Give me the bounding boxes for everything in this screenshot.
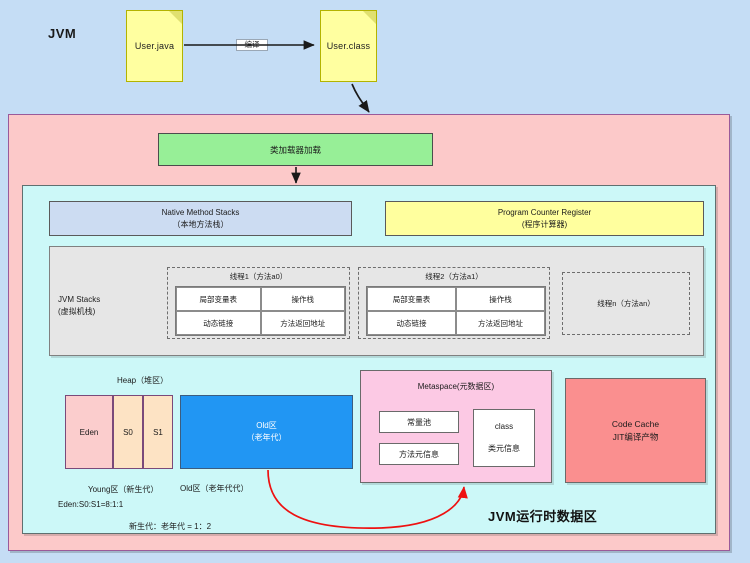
compile-edge-label: 编译 xyxy=(236,39,268,51)
heap-eden-region[interactable]: Eden xyxy=(65,395,113,469)
thread-n-label: 线程n（方法an） xyxy=(597,299,655,308)
thread-2-local-vars[interactable]: 局部变量表 xyxy=(367,287,456,311)
heap-s1-region[interactable]: S1 xyxy=(143,395,173,469)
heap-s0-region[interactable]: S0 xyxy=(113,395,143,469)
old-gen-note: Old区（老年代代） xyxy=(180,484,249,493)
jvm-title: JVM xyxy=(48,26,77,41)
source-file-label: User.java xyxy=(134,41,175,51)
jvm-stacks-zh: (虚拟机栈) xyxy=(58,307,96,316)
native-method-stacks-zh: （本地方法栈） xyxy=(172,219,229,229)
gen-ratio-note: 新生代：老年代 = 1：2 xyxy=(129,522,212,531)
diagram-canvas: User.java User.class 编译 JVM 类加载器加载 JVM运行… xyxy=(0,0,750,563)
source-file-node[interactable]: User.java xyxy=(126,10,183,82)
page-fold-icon xyxy=(169,11,182,24)
class-file-label: User.class xyxy=(326,41,371,51)
metaspace-class-box[interactable]: class 类元信息 xyxy=(473,409,535,467)
native-method-stacks-box[interactable]: Native Method Stacks （本地方法栈） xyxy=(49,201,352,236)
jvm-stacks-label: JVM Stacks (虚拟机栈) xyxy=(58,294,100,318)
thread-1-dynamic-link[interactable]: 动态链接 xyxy=(176,311,261,335)
thread-2-return-address[interactable]: 方法返回地址 xyxy=(456,311,545,335)
thread-1-title: 线程1（方法a0） xyxy=(229,272,288,281)
class-box-line1: class xyxy=(494,422,514,431)
heap-s1-label: S1 xyxy=(153,427,163,437)
thread-2-dynamic-link[interactable]: 动态链接 xyxy=(367,311,456,335)
class-file-node[interactable]: User.class xyxy=(320,10,377,82)
heap-s0-label: S0 xyxy=(123,427,133,437)
heap-old-line1: Old区 xyxy=(256,421,277,430)
metaspace-title: Metaspace(元数据区) xyxy=(417,382,495,391)
metaspace-constant-pool[interactable]: 常量池 xyxy=(379,411,459,433)
thread-n-box[interactable]: 线程n（方法an） xyxy=(562,272,690,335)
thread-2-box[interactable]: 线程2（方法a1） 局部变量表 操作栈 动态链接 方法返回地址 xyxy=(358,267,550,339)
metaspace-box: Metaspace(元数据区) 常量池 方法元信息 class 类元信息 xyxy=(360,370,552,483)
program-counter-register-box[interactable]: Program Counter Register (程序计算器) xyxy=(385,201,704,236)
code-cache-line2: JIT编译产物 xyxy=(612,431,659,442)
program-counter-zh: (程序计算器) xyxy=(521,219,568,229)
thread-1-return-address[interactable]: 方法返回地址 xyxy=(260,311,345,335)
thread-2-frame-grid: 局部变量表 操作栈 动态链接 方法返回地址 xyxy=(366,286,546,336)
thread-1-box[interactable]: 线程1（方法a0） 局部变量表 操作栈 动态链接 方法返回地址 xyxy=(167,267,350,339)
heap-eden-label: Eden xyxy=(79,427,99,437)
thread-2-operand-stack[interactable]: 操作栈 xyxy=(456,287,545,311)
thread-2-title: 线程2（方法a1） xyxy=(425,272,483,281)
page-fold-icon xyxy=(363,11,376,24)
load-into-jvm-arrow xyxy=(351,83,370,113)
class-loader-box[interactable]: 类加载器加载 xyxy=(158,133,433,166)
heap-old-line2: （老年代） xyxy=(246,433,287,442)
jvm-stacks-en: JVM Stacks xyxy=(58,295,101,304)
native-method-stacks-en: Native Method Stacks xyxy=(161,207,240,217)
thread-1-operand-stack[interactable]: 操作栈 xyxy=(260,287,345,311)
program-counter-en: Program Counter Register xyxy=(497,207,592,217)
young-gen-note: Young区（新生代） xyxy=(88,485,159,494)
thread-1-local-vars[interactable]: 局部变量表 xyxy=(176,287,261,311)
runtime-area-label: JVM运行时数据区 xyxy=(488,509,598,524)
code-cache-box[interactable]: Code Cache JIT编译产物 xyxy=(565,378,706,483)
code-cache-line1: Code Cache xyxy=(611,418,660,429)
eden-ratio-note: Eden:S0:S1=8:1:1 xyxy=(58,500,124,509)
thread-1-frame-grid: 局部变量表 操作栈 动态链接 方法返回地址 xyxy=(175,286,346,336)
heap-old-region[interactable]: Old区 （老年代） xyxy=(180,395,353,469)
class-box-line2: 类元信息 xyxy=(488,444,520,453)
metaspace-method-meta[interactable]: 方法元信息 xyxy=(379,443,459,465)
class-loader-label: 类加载器加载 xyxy=(269,144,321,155)
heap-caption: Heap（堆区） xyxy=(117,376,169,385)
